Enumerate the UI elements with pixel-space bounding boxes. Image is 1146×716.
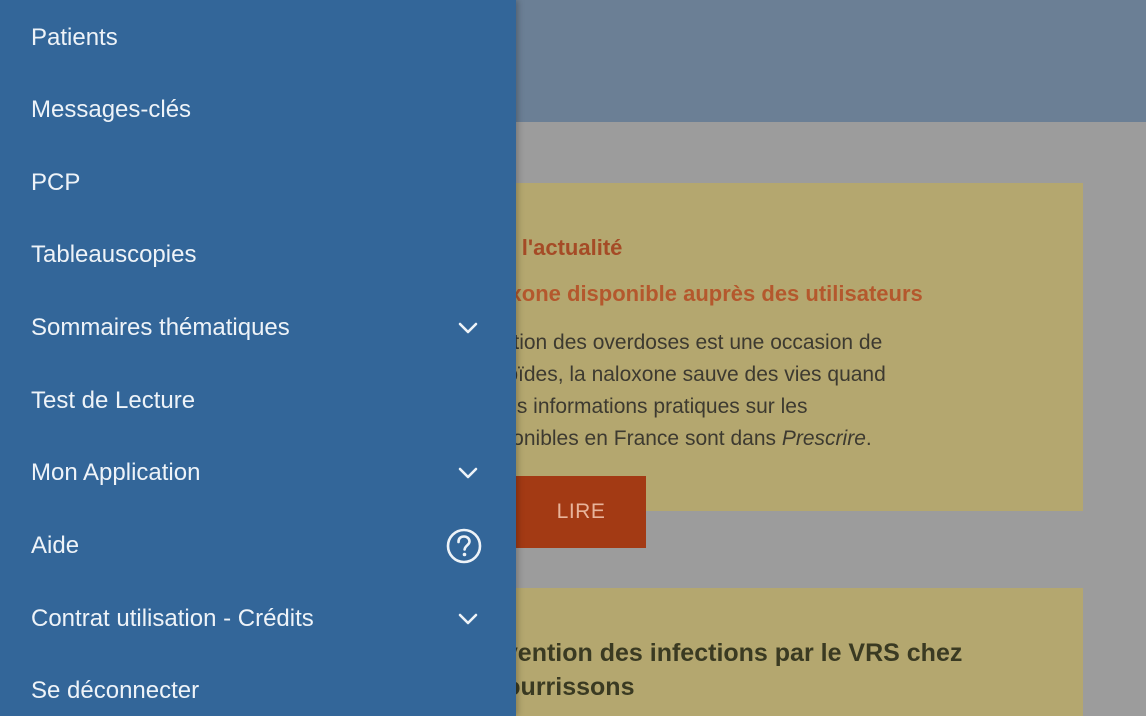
menu-item-patients[interactable]: Patients: [0, 2, 516, 74]
chevron-down-icon[interactable]: [453, 458, 483, 488]
chevron-down-icon[interactable]: [453, 313, 483, 343]
menu-item-contrat-utilisation[interactable]: Contrat utilisation - Crédits: [0, 583, 516, 655]
menu-item-label: Aide: [31, 532, 80, 559]
menu-item-label: Patients: [31, 24, 118, 51]
news-card-body-line: sponibles en France sont dans Prescrire.: [490, 423, 1070, 455]
article-card-title-line: évention des infections par le VRS chez: [490, 639, 963, 667]
menu-item-label: Contrat utilisation - Crédits: [31, 605, 314, 632]
navigation-drawer: Patients Messages-clés PCP Tableauscopie…: [0, 0, 516, 716]
news-card-body-end: .: [865, 427, 872, 450]
menu-item-label: Messages-clés: [31, 96, 192, 123]
news-card-body: ention des overdoses est une occasion de…: [490, 327, 1070, 455]
menu-item-tableauscopies[interactable]: Tableauscopies: [0, 219, 516, 291]
menu-item-aide[interactable]: Aide: [0, 510, 516, 582]
article-card[interactable]: évention des infections par le VRS chez …: [470, 588, 1083, 716]
news-card-body-line: pioïdes, la naloxone sauve des vies quan…: [490, 363, 886, 386]
news-card-body-text: sponibles en France sont dans: [490, 427, 782, 450]
menu-item-label: Test de Lecture: [31, 387, 196, 414]
article-card-title-line: nourrissons: [490, 673, 635, 701]
app-page: ns l'actualité loxone disponible auprès …: [0, 0, 1146, 716]
chevron-down-icon[interactable]: [453, 604, 483, 634]
publication-name: Prescrire: [781, 427, 866, 450]
help-circle-icon[interactable]: [445, 527, 483, 565]
menu-item-messages-cles[interactable]: Messages-clés: [0, 74, 516, 146]
news-card-subtitle: loxone disponible auprès des utilisateur…: [490, 281, 923, 306]
menu-item-mon-application[interactable]: Mon Application: [0, 437, 516, 509]
news-card-body-line: Des informations pratiques sur les: [490, 395, 808, 418]
read-button[interactable]: LIRE: [516, 476, 646, 548]
menu-item-label: Tableauscopies: [31, 241, 197, 268]
news-card-body-line: ention des overdoses est une occasion de: [490, 331, 883, 354]
menu-item-sommaires-thematiques[interactable]: Sommaires thématiques: [0, 292, 516, 364]
news-card: ns l'actualité loxone disponible auprès …: [470, 183, 1083, 511]
menu-item-test-de-lecture[interactable]: Test de Lecture: [0, 365, 516, 437]
menu-item-pcp[interactable]: PCP: [0, 147, 516, 219]
menu-item-label: Sommaires thématiques: [31, 314, 290, 341]
article-card-title: évention des infections par le VRS chez …: [490, 636, 1070, 704]
menu-item-label: Mon Application: [31, 459, 201, 486]
menu-item-label: PCP: [31, 169, 81, 196]
menu-item-se-deconnecter[interactable]: Se déconnecter: [0, 655, 516, 716]
menu-item-label: Se déconnecter: [31, 677, 200, 704]
